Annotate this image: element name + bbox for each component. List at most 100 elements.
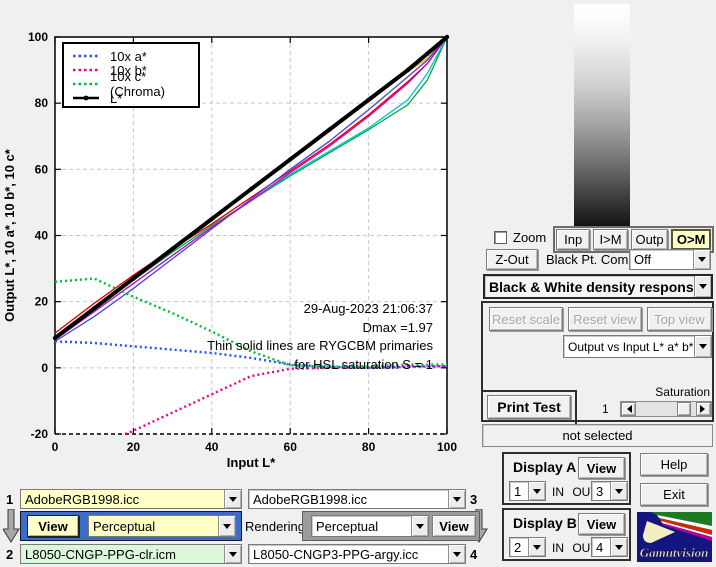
rendering-intent-right-value: Perceptual — [312, 516, 411, 536]
display-b-view-button[interactable]: View — [578, 513, 625, 535]
saturation-label: Saturation — [620, 385, 710, 399]
svg-text:80: 80 — [362, 440, 376, 454]
zoom-checkbox[interactable] — [494, 231, 507, 244]
dropdown-button[interactable] — [610, 538, 627, 556]
view-right-button[interactable]: View — [432, 515, 476, 537]
inp-button[interactable]: Inp — [556, 229, 590, 250]
slider-left-button[interactable] — [621, 402, 636, 416]
black-pt-comp-value: Off — [630, 250, 693, 269]
legend-label: L* — [110, 91, 122, 106]
legend-sample — [72, 49, 100, 64]
profile-1-select[interactable]: AdobeRGB1998.icc — [20, 489, 242, 509]
zoom-checkbox-label: Zoom — [513, 230, 546, 245]
status-text: not selected — [562, 428, 632, 443]
print-test-button[interactable]: Print Test — [487, 395, 571, 419]
chart-legend: 10x a*10x b*10x c* (Chroma)L* — [62, 42, 200, 108]
dropdown-button[interactable] — [224, 545, 241, 563]
chevron-down-icon — [699, 284, 707, 293]
display-a-view-button[interactable]: View — [578, 457, 625, 479]
rendering-intent-right-select[interactable]: Perceptual — [311, 515, 429, 537]
dropdown-button[interactable] — [528, 538, 545, 556]
chevron-down-icon — [615, 545, 623, 554]
display-a-group: Display A View 1 IN OUT 3 — [502, 452, 631, 505]
grayscale-ramp — [574, 4, 630, 226]
svg-text:Output L*, 10 a*, 10 b*, 10 c*: Output L*, 10 a*, 10 b*, 10 c* — [2, 148, 17, 322]
chevron-down-icon — [453, 552, 461, 561]
view-mode-value: Output vs Input L* a* b* c* — [564, 336, 694, 357]
view-mode-select[interactable]: Output vs Input L* a* b* c* — [563, 335, 712, 358]
dropdown-button[interactable] — [694, 336, 711, 357]
saturation-slider[interactable] — [620, 401, 712, 417]
dropdown-button[interactable] — [693, 250, 710, 269]
output-to-monitor-button[interactable]: O>M — [671, 229, 711, 250]
dropdown-button[interactable] — [528, 482, 545, 500]
top-view-button[interactable]: Top view — [647, 307, 712, 331]
reset-scale-button[interactable]: Reset scale — [489, 307, 563, 331]
display-a-in-select[interactable]: 1 — [509, 481, 546, 501]
dropdown-button[interactable] — [224, 490, 241, 508]
profile-4-select[interactable]: L8050-CNGP3-PPG-argy.icc — [248, 544, 466, 564]
display-a-in-value: 1 — [510, 482, 528, 500]
dropdown-button[interactable] — [448, 545, 465, 563]
black-pt-comp-select[interactable]: Off — [629, 249, 711, 270]
reset-view-button[interactable]: Reset view — [568, 307, 642, 331]
profile-2-select[interactable]: L8050-CNGP-PPG-clr.icm — [20, 544, 242, 564]
profile-4-value: L8050-CNGP3-PPG-argy.icc — [249, 545, 448, 563]
saturation-value: 1 — [602, 402, 609, 416]
annotation-dmax: Dmax =1.97 — [207, 319, 433, 338]
svg-text:20: 20 — [127, 440, 141, 454]
display-b-out-select[interactable]: 4 — [591, 537, 628, 557]
display-a-title: Display A — [513, 459, 576, 475]
logo-text: Gamutvision — [640, 545, 709, 560]
display-a-out-value: 3 — [592, 482, 610, 500]
rendering-label: Rendering — [245, 519, 305, 534]
view-controls-group: Reset scale Reset view Top view Output v… — [481, 301, 714, 422]
svg-text:20: 20 — [35, 295, 49, 309]
profile-2-value: L8050-CNGP-PPG-clr.icm — [21, 545, 224, 563]
z-out-button[interactable]: Z-Out — [486, 249, 538, 270]
legend-entry: 10x a* — [72, 49, 198, 63]
svg-text:100: 100 — [437, 440, 457, 454]
status-bar: not selected — [482, 424, 713, 447]
dropdown-button[interactable] — [448, 490, 465, 508]
display-b-out-value: 4 — [592, 538, 610, 556]
exit-button[interactable]: Exit — [640, 483, 708, 506]
svg-text:60: 60 — [284, 440, 298, 454]
outp-button[interactable]: Outp — [631, 229, 669, 250]
profile-3-select[interactable]: AdobeRGB1998.icc — [248, 489, 466, 509]
rendering-intent-left-select[interactable]: Perceptual — [88, 515, 236, 537]
profile-1-number: 1 — [6, 492, 13, 507]
annotation-timestamp: 29-Aug-2023 21:06:37 — [207, 300, 433, 319]
chart-annotations: 29-Aug-2023 21:06:37 Dmax =1.97 Thin sol… — [207, 300, 433, 374]
chevron-down-icon — [615, 489, 623, 498]
help-button[interactable]: Help — [640, 453, 708, 476]
arrow-left-icon — [623, 405, 632, 413]
chevron-down-icon — [223, 524, 231, 533]
density-response-select[interactable]: Black & White density response — [483, 274, 713, 299]
view-left-button[interactable]: View — [27, 515, 79, 537]
svg-text:0: 0 — [41, 361, 48, 375]
dropdown-button[interactable] — [694, 276, 711, 297]
dropdown-button[interactable] — [218, 516, 235, 536]
slider-track[interactable] — [636, 402, 696, 416]
slider-thumb[interactable] — [677, 402, 691, 416]
display-a-out-select[interactable]: 3 — [591, 481, 628, 501]
svg-text:-20: -20 — [31, 427, 49, 441]
flow-down-arrow-left — [3, 509, 20, 543]
svg-text:100: 100 — [28, 30, 48, 44]
legend-label: 10x a* — [110, 49, 147, 64]
chevron-down-icon — [699, 344, 707, 353]
svg-text:80: 80 — [35, 96, 49, 110]
display-b-title: Display B — [513, 515, 577, 531]
input-to-monitor-button[interactable]: I>M — [593, 229, 627, 250]
chevron-down-icon — [229, 497, 237, 506]
density-response-value: Black & White density response — [485, 276, 694, 297]
black-pt-comp-label: Black Pt. Comp. — [546, 252, 639, 267]
display-b-in-select[interactable]: 2 — [509, 537, 546, 557]
slider-right-button[interactable] — [696, 402, 711, 416]
profile-3-value: AdobeRGB1998.icc — [249, 490, 448, 508]
dropdown-button[interactable] — [610, 482, 627, 500]
right-rendering-panel: Perceptual View — [302, 511, 480, 541]
dropdown-button[interactable] — [411, 516, 428, 536]
gamutvision-logo: Gamutvision — [637, 512, 712, 562]
